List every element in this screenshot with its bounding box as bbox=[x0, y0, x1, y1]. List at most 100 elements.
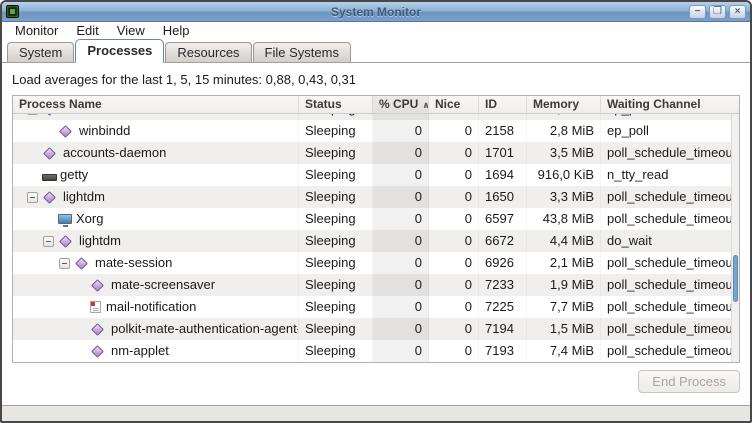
process-row-lightdm[interactable]: lightdmSleeping0016503,3 MiBpoll_schedul… bbox=[13, 186, 731, 208]
cpu-cell: 0 bbox=[373, 186, 429, 208]
tree-indent bbox=[27, 219, 43, 220]
menu-item-edit[interactable]: Edit bbox=[67, 22, 107, 39]
memory-cell: 7,7 MiB bbox=[527, 296, 601, 318]
cpu-cell: 0 bbox=[373, 340, 429, 362]
waiting-channel-cell: n_tty_read bbox=[601, 164, 731, 186]
cpu-cell: 0 bbox=[373, 208, 429, 230]
waiting-channel-cell: poll_schedule_timeout bbox=[601, 296, 731, 318]
process-name-cell: winbindd bbox=[13, 120, 299, 142]
status-cell: Sleeping bbox=[299, 318, 373, 340]
waiting-channel-cell: poll_schedule_timeout bbox=[601, 340, 731, 362]
memory-cell: 3,3 MiB bbox=[527, 186, 601, 208]
column-header-process-name[interactable]: Process Name bbox=[13, 96, 299, 113]
nice-cell: 0 bbox=[429, 230, 479, 252]
collapse-icon[interactable] bbox=[59, 258, 70, 269]
tab-file-systems[interactable]: File Systems bbox=[253, 42, 351, 62]
status-cell: Sleeping bbox=[299, 208, 373, 230]
process-name-cell: accounts-daemon bbox=[13, 142, 299, 164]
tree-indent bbox=[27, 131, 43, 132]
process-name-label: mail-notification bbox=[106, 296, 196, 318]
nice-cell: 0 bbox=[429, 208, 479, 230]
process-name-cell: lightdm bbox=[13, 186, 299, 208]
menu-item-help[interactable]: Help bbox=[154, 22, 199, 39]
id-cell: 1650 bbox=[479, 186, 527, 208]
status-cell: Sleeping bbox=[299, 164, 373, 186]
process-row-winbindd[interactable]: winbinddSleeping0021582,8 MiBep_poll bbox=[13, 120, 731, 142]
window-title: System Monitor bbox=[2, 5, 750, 19]
memory-cell: 43,8 MiB bbox=[527, 208, 601, 230]
tab-strip: SystemProcessesResourcesFile Systems bbox=[2, 39, 750, 63]
status-cell: Sleeping bbox=[299, 296, 373, 318]
tab-processes[interactable]: Processes bbox=[75, 39, 164, 63]
cpu-cell: 0 bbox=[373, 252, 429, 274]
column-header-nice[interactable]: Nice bbox=[429, 96, 479, 113]
action-bar: End Process bbox=[12, 370, 740, 393]
collapse-icon[interactable] bbox=[27, 192, 38, 203]
process-row-accounts-daemon[interactable]: accounts-daemonSleeping0017013,5 MiBpoll… bbox=[13, 142, 731, 164]
process-row-polkit-mate-authentication-agent-1[interactable]: polkit-mate-authentication-agent-1Sleepi… bbox=[13, 318, 731, 340]
process-row-mate-session[interactable]: mate-sessionSleeping0069262,1 MiBpoll_sc… bbox=[13, 252, 731, 274]
menu-item-monitor[interactable]: Monitor bbox=[6, 22, 67, 39]
diamond-icon bbox=[59, 235, 72, 248]
id-cell: 6672 bbox=[479, 230, 527, 252]
process-row-xorg[interactable]: XorgSleeping00659743,8 MiBpoll_schedule_… bbox=[13, 208, 731, 230]
collapse-icon[interactable] bbox=[27, 114, 38, 115]
process-row-mate-screensaver[interactable]: mate-screensaverSleeping0072331,9 MiBpol… bbox=[13, 274, 731, 296]
memory-cell: 916,0 KiB bbox=[527, 164, 601, 186]
nice-cell: 0 bbox=[429, 164, 479, 186]
memory-cell: 7,4 MiB bbox=[527, 340, 601, 362]
column-header-waiting-channel[interactable]: Waiting Channel bbox=[601, 96, 739, 113]
tab-system[interactable]: System bbox=[7, 42, 74, 62]
tab-resources[interactable]: Resources bbox=[165, 42, 251, 62]
id-cell: 7233 bbox=[479, 274, 527, 296]
process-row-mail-notification[interactable]: mail-notificationSleeping0072257,7 MiBpo… bbox=[13, 296, 731, 318]
column-header-memory[interactable]: Memory bbox=[527, 96, 601, 113]
id-cell: 6597 bbox=[479, 208, 527, 230]
id-cell: 1694 bbox=[479, 164, 527, 186]
tree-indent bbox=[27, 329, 75, 330]
close-button[interactable]: × bbox=[729, 5, 746, 19]
menu-bar: MonitorEditViewHelp bbox=[2, 22, 750, 39]
process-name-label: getty bbox=[60, 164, 88, 186]
diamond-icon bbox=[43, 147, 56, 160]
process-name-label: mate-session bbox=[95, 252, 172, 274]
waiting-channel-cell: poll_schedule_timeout bbox=[601, 186, 731, 208]
column-header-id[interactable]: ID bbox=[479, 96, 527, 113]
nice-cell: 0 bbox=[429, 318, 479, 340]
status-cell: Sleeping bbox=[299, 120, 373, 142]
process-name-cell: mate-session bbox=[13, 252, 299, 274]
processes-panel: Load averages for the last 1, 5, 15 minu… bbox=[2, 63, 750, 405]
mail-icon bbox=[90, 301, 101, 313]
vertical-scrollbar[interactable] bbox=[731, 114, 739, 362]
maximize-button[interactable]: ❐ bbox=[709, 5, 726, 19]
process-name-label: lightdm bbox=[79, 230, 121, 252]
column-header-status[interactable]: Status bbox=[299, 96, 373, 113]
status-cell: Sleeping bbox=[299, 230, 373, 252]
process-row-getty[interactable]: gettySleeping001694916,0 KiBn_tty_read bbox=[13, 164, 731, 186]
tree-indent bbox=[27, 285, 75, 286]
diamond-icon bbox=[91, 279, 104, 292]
waiting-channel-cell: poll_schedule_timeout bbox=[601, 274, 731, 296]
process-name-label: Xorg bbox=[76, 208, 103, 230]
process-row-lightdm[interactable]: lightdmSleeping0066724,4 MiBdo_wait bbox=[13, 230, 731, 252]
waiting-channel-cell: poll_schedule_timeout bbox=[601, 252, 731, 274]
status-cell: Sleeping bbox=[299, 142, 373, 164]
cpu-cell: 0 bbox=[373, 142, 429, 164]
process-row-nm-applet[interactable]: nm-appletSleeping0071937,4 MiBpoll_sched… bbox=[13, 340, 731, 362]
process-name-cell: mail-notification bbox=[13, 296, 299, 318]
status-cell: Sleeping bbox=[299, 274, 373, 296]
memory-cell: 2,8 MiB bbox=[527, 120, 601, 142]
titlebar[interactable]: System Monitor − ❐ × bbox=[2, 2, 750, 22]
status-cell: Sleeping bbox=[299, 186, 373, 208]
menu-item-view[interactable]: View bbox=[108, 22, 154, 39]
end-process-button[interactable]: End Process bbox=[638, 370, 740, 393]
process-name-label: accounts-daemon bbox=[63, 142, 166, 164]
keyboard-icon bbox=[42, 174, 57, 181]
status-cell: Sleeping bbox=[299, 340, 373, 362]
minimize-button[interactable]: − bbox=[689, 5, 706, 19]
column-header-cpu[interactable]: % CPU∧ bbox=[373, 96, 429, 113]
collapse-icon[interactable] bbox=[43, 236, 54, 247]
process-name-label: lightdm bbox=[63, 186, 105, 208]
display-icon bbox=[58, 214, 72, 224]
scrollbar-thumb[interactable] bbox=[733, 255, 738, 302]
